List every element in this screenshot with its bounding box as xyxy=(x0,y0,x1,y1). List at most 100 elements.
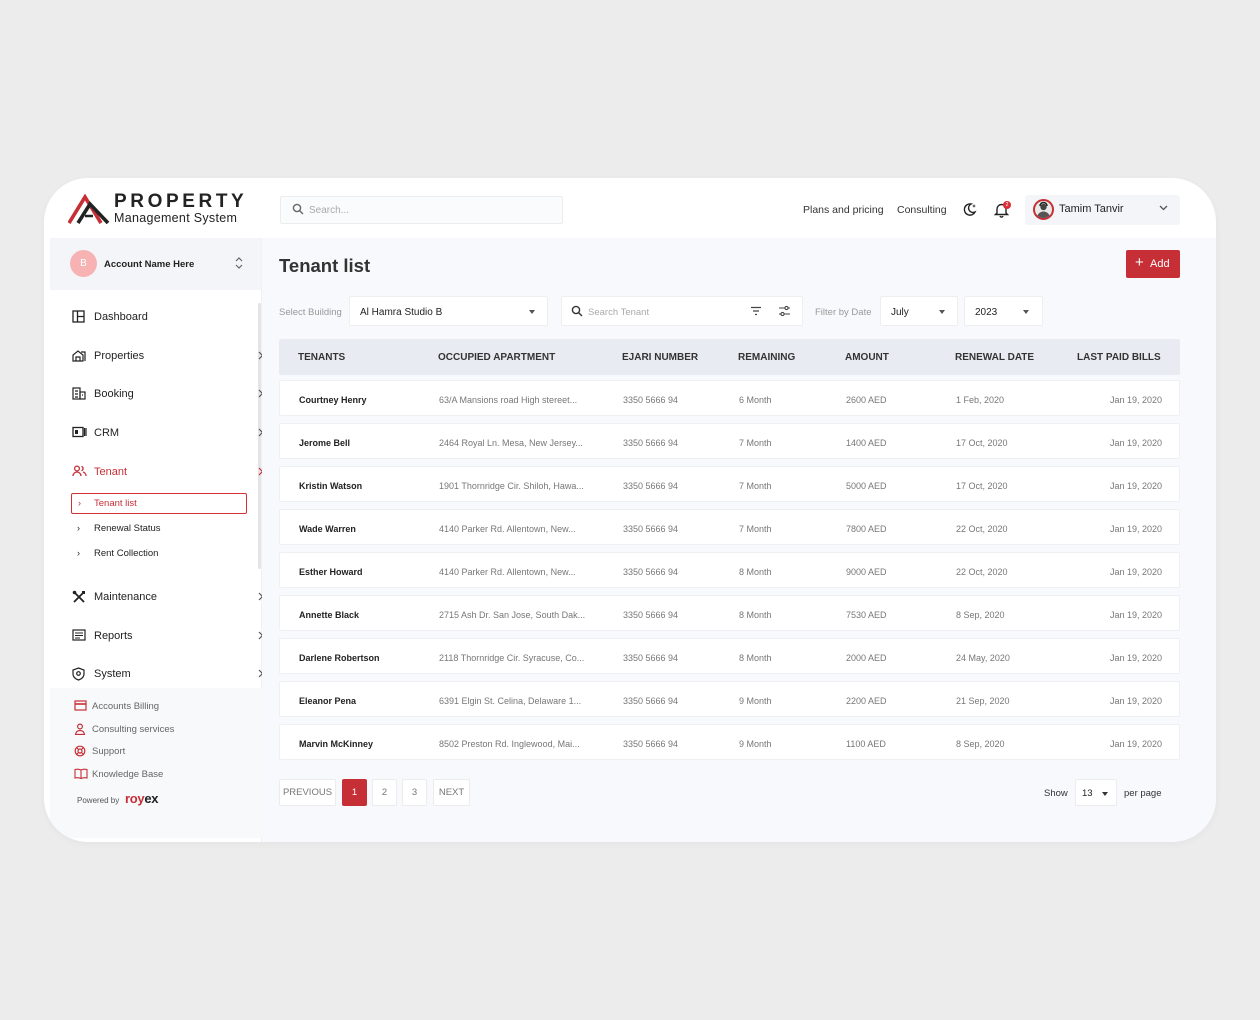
cell-amount: 2600 AED xyxy=(846,395,887,405)
search-icon xyxy=(571,305,583,317)
tenant-search-input[interactable] xyxy=(588,302,738,322)
cell-last-paid: Jan 19, 2020 xyxy=(1109,739,1162,749)
caret-down-icon xyxy=(1023,310,1029,314)
per-page-select[interactable]: 13 xyxy=(1075,779,1117,806)
cell-remaining: 7 Month xyxy=(739,481,772,491)
table-row[interactable]: Jerome Bell 2464 Royal Ln. Mesa, New Jers… xyxy=(279,423,1180,459)
chevron-right-icon: › xyxy=(77,523,80,533)
column-header-last-paid[interactable]: LAST PAID BILLS xyxy=(1077,352,1161,363)
user-menu[interactable]: Tamim Tanvir xyxy=(1025,195,1180,225)
sidebar-subitem-label: Rent Collection xyxy=(94,548,159,559)
column-header-renewal-date[interactable]: RENEWAL DATE xyxy=(955,352,1034,363)
cell-tenant: Wade Warren xyxy=(299,524,356,534)
cell-renewal-date: 21 Sep, 2020 xyxy=(956,696,1010,706)
column-header-apartment[interactable]: OCCUPIED APARTMENT xyxy=(438,352,555,363)
plans-pricing-link[interactable]: Plans and pricing xyxy=(803,204,884,216)
table-row[interactable]: Courtney Henry 63/A Mansions road High st… xyxy=(279,380,1180,416)
caret-down-icon xyxy=(939,310,945,314)
column-header-remaining[interactable]: REMAINING xyxy=(738,352,795,363)
cell-renewal-date: 1 Feb, 2020 xyxy=(956,395,1005,405)
table-row[interactable]: Darlene Robertson 2118 Thornridge Cir. Sy… xyxy=(279,638,1180,674)
cell-ejari: 3350 5666 94 xyxy=(623,524,679,534)
cell-apartment: 8502 Preston Rd. Inglewood, Mai... xyxy=(439,739,580,749)
year-select[interactable]: 2023 xyxy=(964,296,1043,326)
cell-remaining: 7 Month xyxy=(739,524,772,534)
cell-renewal-date: 8 Sep, 2020 xyxy=(956,739,1005,749)
table-row[interactable]: Kristin Watson 1901 Thornridge Cir. Shilo… xyxy=(279,466,1180,502)
consulting-link[interactable]: Consulting xyxy=(897,204,947,216)
cell-amount: 5000 AED xyxy=(846,481,887,491)
cell-tenant: Marvin McKinney xyxy=(299,739,374,749)
global-search[interactable] xyxy=(280,196,563,224)
table-row[interactable]: Wade Warren 4140 Parker Rd. Allentown, Ne… xyxy=(279,509,1180,545)
per-page-label: per page xyxy=(1124,788,1162,799)
cell-remaining: 8 Month xyxy=(739,567,772,577)
notification-badge: 2 xyxy=(1003,201,1011,209)
sidebar-item-label: Tenant xyxy=(94,466,128,478)
cell-ejari: 3350 5666 94 xyxy=(623,481,679,491)
cell-remaining: 8 Month xyxy=(739,610,772,620)
date-filter-label: Filter by Date xyxy=(815,307,872,318)
sidebar-subitem-tenant-list[interactable]: › Tenant list xyxy=(71,493,247,514)
account-name: Account Name Here xyxy=(104,259,195,270)
booking-building-icon xyxy=(72,387,86,400)
column-header-tenants[interactable]: TENANTS xyxy=(298,352,345,363)
table-row[interactable]: Annette Black 2715 Ash Dr. San Jose, Sout… xyxy=(279,595,1180,631)
royex-logo[interactable]: royex xyxy=(125,791,159,806)
pagination-next[interactable]: NEXT xyxy=(433,779,470,806)
system-item-label: Consulting services xyxy=(92,724,175,735)
chevron-down-icon xyxy=(1159,205,1168,211)
cell-last-paid: Jan 19, 2020 xyxy=(1109,696,1162,706)
global-search-input[interactable] xyxy=(309,198,549,222)
dark-mode-moon-icon[interactable] xyxy=(962,202,977,217)
cell-amount: 9000 AED xyxy=(846,567,887,577)
sidebar-item-label: Dashboard xyxy=(94,311,148,323)
person-avatar-icon xyxy=(1037,201,1050,218)
year-select-value: 2023 xyxy=(975,307,998,318)
building-select[interactable]: Al Hamra Studio B xyxy=(349,296,548,326)
pagination-page-3[interactable]: 3 xyxy=(402,779,427,806)
add-button-label: Add xyxy=(1150,258,1170,270)
cell-remaining: 8 Month xyxy=(739,653,772,663)
table-row[interactable]: Eleanor Pena 6391 Elgin St. Celina, Delaw… xyxy=(279,681,1180,717)
crm-icon xyxy=(72,426,87,438)
cell-amount: 7530 AED xyxy=(846,610,887,620)
building-select-value: Al Hamra Studio B xyxy=(360,307,443,318)
powered-by: Powered by royex xyxy=(77,791,159,806)
month-select[interactable]: July xyxy=(880,296,958,326)
cell-amount: 1100 AED xyxy=(846,739,886,749)
add-tenant-button[interactable]: + Add xyxy=(1126,250,1180,278)
table-header: TENANTS OCCUPIED APARTMENT EJARI NUMBER … xyxy=(279,339,1180,375)
per-page-value: 13 xyxy=(1082,788,1093,799)
column-header-ejari[interactable]: EJARI NUMBER xyxy=(622,352,698,363)
cell-remaining: 9 Month xyxy=(739,739,772,749)
cell-ejari: 3350 5666 94 xyxy=(623,610,679,620)
cell-tenant: Annette Black xyxy=(299,610,360,620)
user-avatar xyxy=(1033,199,1054,220)
cell-tenant: Esther Howard xyxy=(299,567,363,577)
pagination-page-1[interactable]: 1 xyxy=(342,779,367,806)
tenant-search[interactable] xyxy=(561,296,803,326)
pagination-page-2[interactable]: 2 xyxy=(372,779,397,806)
account-switcher[interactable]: B Account Name Here xyxy=(50,238,262,290)
cell-renewal-date: 17 Oct, 2020 xyxy=(956,438,1008,448)
tenant-users-icon xyxy=(72,465,87,477)
filter-lines-icon[interactable] xyxy=(750,306,762,316)
table-row[interactable]: Esther Howard 4140 Parker Rd. Allentown, … xyxy=(279,552,1180,588)
month-select-value: July xyxy=(891,307,909,318)
cell-apartment: 2118 Thornridge Cir. Syracuse, Co... xyxy=(439,653,585,663)
page-title: Tenant list xyxy=(279,255,371,276)
brand-logo[interactable]: PROPERTY Management System xyxy=(68,192,258,228)
cell-apartment: 6391 Elgin St. Celina, Delaware 1... xyxy=(439,696,582,706)
cell-amount: 2200 AED xyxy=(846,696,887,706)
user-name: Tamim Tanvir xyxy=(1059,203,1124,215)
cell-last-paid: Jan 19, 2020 xyxy=(1109,653,1162,663)
sliders-settings-icon[interactable] xyxy=(778,305,791,317)
cell-amount: 7800 AED xyxy=(846,524,887,534)
sidebar-subitem-label: Tenant list xyxy=(94,498,137,509)
pagination-previous[interactable]: PREVIOUS xyxy=(279,779,336,806)
column-header-amount[interactable]: AMOUNT xyxy=(845,352,889,363)
sidebar-item-label: Reports xyxy=(94,630,133,642)
open-book-icon xyxy=(74,768,88,779)
table-row[interactable]: Marvin McKinney 8502 Preston Rd. Inglewoo… xyxy=(279,724,1180,760)
